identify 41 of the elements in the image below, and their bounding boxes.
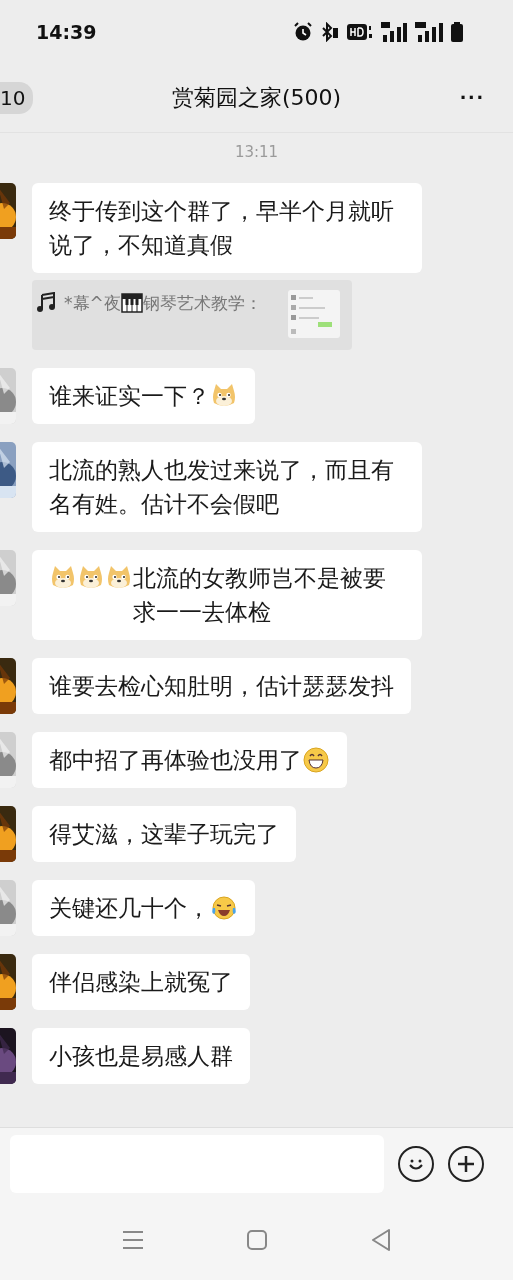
unread-count[interactable]: 10 bbox=[0, 82, 34, 114]
message-text: 都中招了再体验也没用了 bbox=[49, 747, 302, 773]
quote-text: *幕^夜 bbox=[64, 292, 121, 315]
signal-icon bbox=[415, 22, 443, 42]
message-text: 北流的熟人也发过来说了，而且有名有姓。估计不会假吧 bbox=[49, 457, 394, 517]
message-text: 北流的女教师岂不是被要求一一去体检 bbox=[133, 564, 387, 627]
message-text: 得艾滋，这辈子玩完了 bbox=[49, 821, 279, 847]
message-text: 伴侣感染上就冤了 bbox=[49, 969, 233, 995]
message-text: 谁要去检心知肚明，估计瑟瑟发抖 bbox=[49, 673, 394, 699]
battery-icon bbox=[451, 22, 463, 42]
alarm-icon bbox=[293, 22, 313, 42]
message-text: 关键还几十个， bbox=[49, 895, 210, 921]
home-button[interactable] bbox=[247, 1230, 268, 1250]
quoted-message[interactable]: *幕^夜 钢琴艺术教学： bbox=[32, 280, 352, 350]
signal-icon bbox=[381, 22, 407, 42]
dog-face-icon bbox=[50, 565, 76, 591]
chat-title: 赏菊园之家(500) bbox=[171, 84, 342, 112]
grinning-face-icon bbox=[303, 747, 329, 773]
music-notes-icon bbox=[36, 292, 58, 314]
message-time: 13:11 bbox=[234, 143, 279, 161]
dog-face-icon bbox=[78, 565, 104, 591]
dog-face-icon bbox=[106, 565, 132, 591]
back-button[interactable] bbox=[371, 1229, 392, 1251]
piano-keys-icon bbox=[120, 293, 143, 313]
dog-face-icon bbox=[211, 383, 237, 409]
quote-text: 钢琴艺术教学： bbox=[142, 292, 262, 315]
more-button[interactable]: ··· bbox=[460, 85, 485, 111]
menu-button[interactable] bbox=[121, 1230, 144, 1250]
back-icon bbox=[371, 1229, 392, 1251]
emoji-button[interactable] bbox=[398, 1146, 434, 1182]
hd-icon bbox=[347, 23, 373, 41]
message-text: 谁来证实一下？ bbox=[49, 383, 210, 409]
plus-icon bbox=[457, 1155, 475, 1173]
message-text: 小孩也是易感人群 bbox=[49, 1043, 233, 1069]
add-button[interactable] bbox=[448, 1146, 484, 1182]
message-text: 终于传到这个群了，早半个月就听说了，不知道真假 bbox=[49, 198, 394, 258]
status-time: 14:39 bbox=[36, 21, 97, 43]
bluetooth-icon bbox=[321, 22, 339, 42]
crying-laughing-face-icon bbox=[211, 895, 237, 921]
square-icon bbox=[247, 1230, 268, 1250]
menu-icon bbox=[121, 1230, 144, 1250]
